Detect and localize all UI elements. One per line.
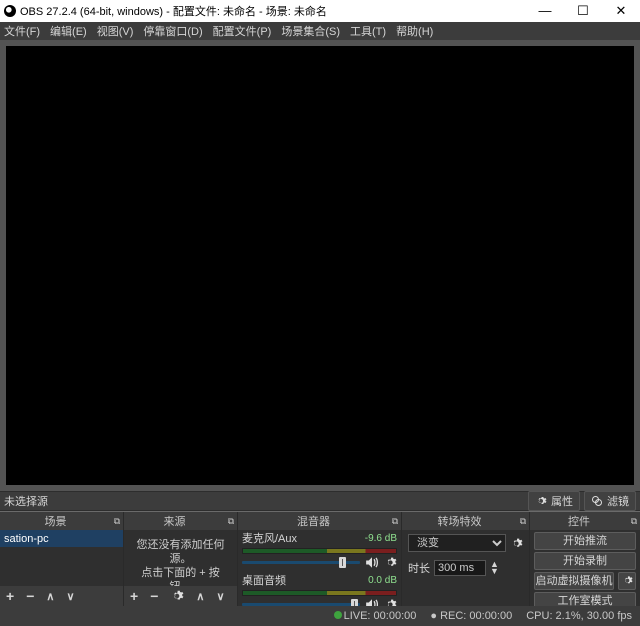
menubar: 文件(F) 编辑(E) 视图(V) 停靠窗口(D) 配置文件(P) 场景集合(S…: [0, 22, 640, 40]
sources-title: 来源: [124, 513, 225, 529]
transition-select[interactable]: 淡变: [408, 534, 506, 552]
speaker-icon[interactable]: [364, 598, 380, 606]
maximize-button[interactable]: ☐: [564, 0, 602, 22]
controls-title: 控件: [530, 513, 628, 529]
mic-volume-slider[interactable]: [242, 561, 360, 564]
preview-canvas[interactable]: [6, 46, 634, 485]
sources-footer: + − ∧ ∨: [124, 586, 237, 606]
scenes-footer: + − ∧ ∨: [0, 586, 123, 606]
desktop-settings-icon[interactable]: [384, 598, 397, 606]
menu-edit[interactable]: 编辑(E): [50, 23, 87, 39]
mic-db: -9.6 dB: [365, 533, 397, 544]
speaker-icon[interactable]: [364, 556, 380, 569]
transitions-popout-icon[interactable]: ⧉: [517, 516, 529, 527]
menu-profile[interactable]: 配置文件(P): [213, 23, 272, 39]
sources-popout-icon[interactable]: ⧉: [225, 516, 237, 527]
menu-view[interactable]: 视图(V): [97, 23, 134, 39]
source-remove-button[interactable]: −: [150, 588, 158, 604]
transitions-title: 转场特效: [402, 513, 517, 529]
menu-help[interactable]: 帮助(H): [396, 23, 433, 39]
scene-add-button[interactable]: +: [6, 588, 14, 604]
circles-icon: [591, 495, 603, 507]
panels-row: 场景⧉ sation-pc + − ∧ ∨ 来源⧉ 您还没有添加任何源。 点击下…: [0, 511, 640, 606]
source-up-button[interactable]: ∧: [196, 590, 204, 603]
menu-file[interactable]: 文件(F): [4, 23, 40, 39]
desktop-meter: [242, 590, 397, 596]
duration-input[interactable]: [434, 560, 486, 576]
controls-panel: 控件⧉ 开始推流 开始录制 启动虚拟摄像机 工作室模式 设置 退出: [530, 512, 640, 606]
menu-tools[interactable]: 工具(T): [350, 23, 386, 39]
scenes-title: 场景: [0, 513, 111, 529]
scenes-popout-icon[interactable]: ⧉: [111, 516, 123, 527]
desktop-db: 0.0 dB: [368, 575, 397, 586]
window-title: OBS 27.2.4 (64-bit, windows) - 配置文件: 未命名…: [20, 3, 526, 19]
status-dot-icon: [334, 611, 342, 619]
start-streaming-button[interactable]: 开始推流: [534, 532, 636, 550]
mixer-channel-desktop: 桌面音频0.0 dB: [238, 572, 401, 606]
properties-button[interactable]: 属性: [528, 491, 580, 511]
source-down-button[interactable]: ∨: [216, 590, 224, 603]
mic-meter: [242, 548, 397, 554]
virtualcam-settings-button[interactable]: [618, 572, 636, 590]
mixer-channel-mic: 麦克风/Aux-9.6 dB: [238, 530, 401, 569]
mixer-title: 混音器: [238, 513, 389, 529]
scene-up-button[interactable]: ∧: [46, 590, 54, 603]
gear-icon: [535, 495, 547, 507]
filters-button[interactable]: 滤镜: [584, 491, 636, 511]
no-source-selected-label: 未选择源: [0, 493, 528, 509]
duration-spinner[interactable]: ▲▼: [490, 561, 499, 575]
duration-label: 时长: [408, 560, 430, 576]
mic-settings-icon[interactable]: [384, 556, 397, 569]
mixer-popout-icon[interactable]: ⧉: [389, 516, 401, 527]
transitions-panel: 转场特效⧉ 淡变 时长 ▲▼: [402, 512, 530, 606]
source-add-button[interactable]: +: [130, 588, 138, 604]
window-titlebar: OBS 27.2.4 (64-bit, windows) - 配置文件: 未命名…: [0, 0, 640, 22]
mixer-panel: 混音器⧉ 麦克风/Aux-9.6 dB 桌面音频0.0 dB: [238, 512, 402, 606]
scene-down-button[interactable]: ∨: [66, 590, 74, 603]
menu-dock[interactable]: 停靠窗口(D): [143, 23, 202, 39]
scene-remove-button[interactable]: −: [26, 588, 34, 604]
controls-popout-icon[interactable]: ⧉: [628, 516, 640, 527]
live-status: LIVE: 00:00:00: [344, 610, 417, 622]
sources-panel: 来源⧉ 您还没有添加任何源。 点击下面的 + 按钮， 或者右击此处添加一个。 +…: [124, 512, 238, 606]
source-gear-button[interactable]: [170, 589, 184, 603]
menu-scenecollection[interactable]: 场景集合(S): [281, 23, 340, 39]
mic-label: 麦克风/Aux: [242, 530, 365, 546]
cpu-status: CPU: 2.1%, 30.00 fps: [526, 610, 632, 622]
scene-item[interactable]: sation-pc: [0, 530, 123, 547]
desktop-label: 桌面音频: [242, 572, 368, 588]
source-toolbar: 未选择源 属性 滤镜: [0, 491, 640, 511]
rec-status: REC: 00:00:00: [440, 610, 512, 622]
studio-mode-button[interactable]: 工作室模式: [534, 592, 636, 606]
sources-empty-hint: 您还没有添加任何源。 点击下面的 + 按钮， 或者右击此处添加一个。: [124, 530, 237, 586]
scenes-panel: 场景⧉ sation-pc + − ∧ ∨: [0, 512, 124, 606]
close-button[interactable]: ✕: [602, 0, 640, 22]
status-bar: LIVE: 00:00:00 ● REC: 00:00:00 CPU: 2.1%…: [0, 606, 640, 626]
start-virtualcam-button[interactable]: 启动虚拟摄像机: [534, 572, 614, 590]
preview-area: [0, 40, 640, 491]
app-icon: [4, 5, 16, 17]
start-recording-button[interactable]: 开始录制: [534, 552, 636, 570]
minimize-button[interactable]: —: [526, 0, 564, 22]
desktop-volume-slider[interactable]: [242, 603, 360, 606]
transition-settings-icon[interactable]: [510, 537, 523, 550]
